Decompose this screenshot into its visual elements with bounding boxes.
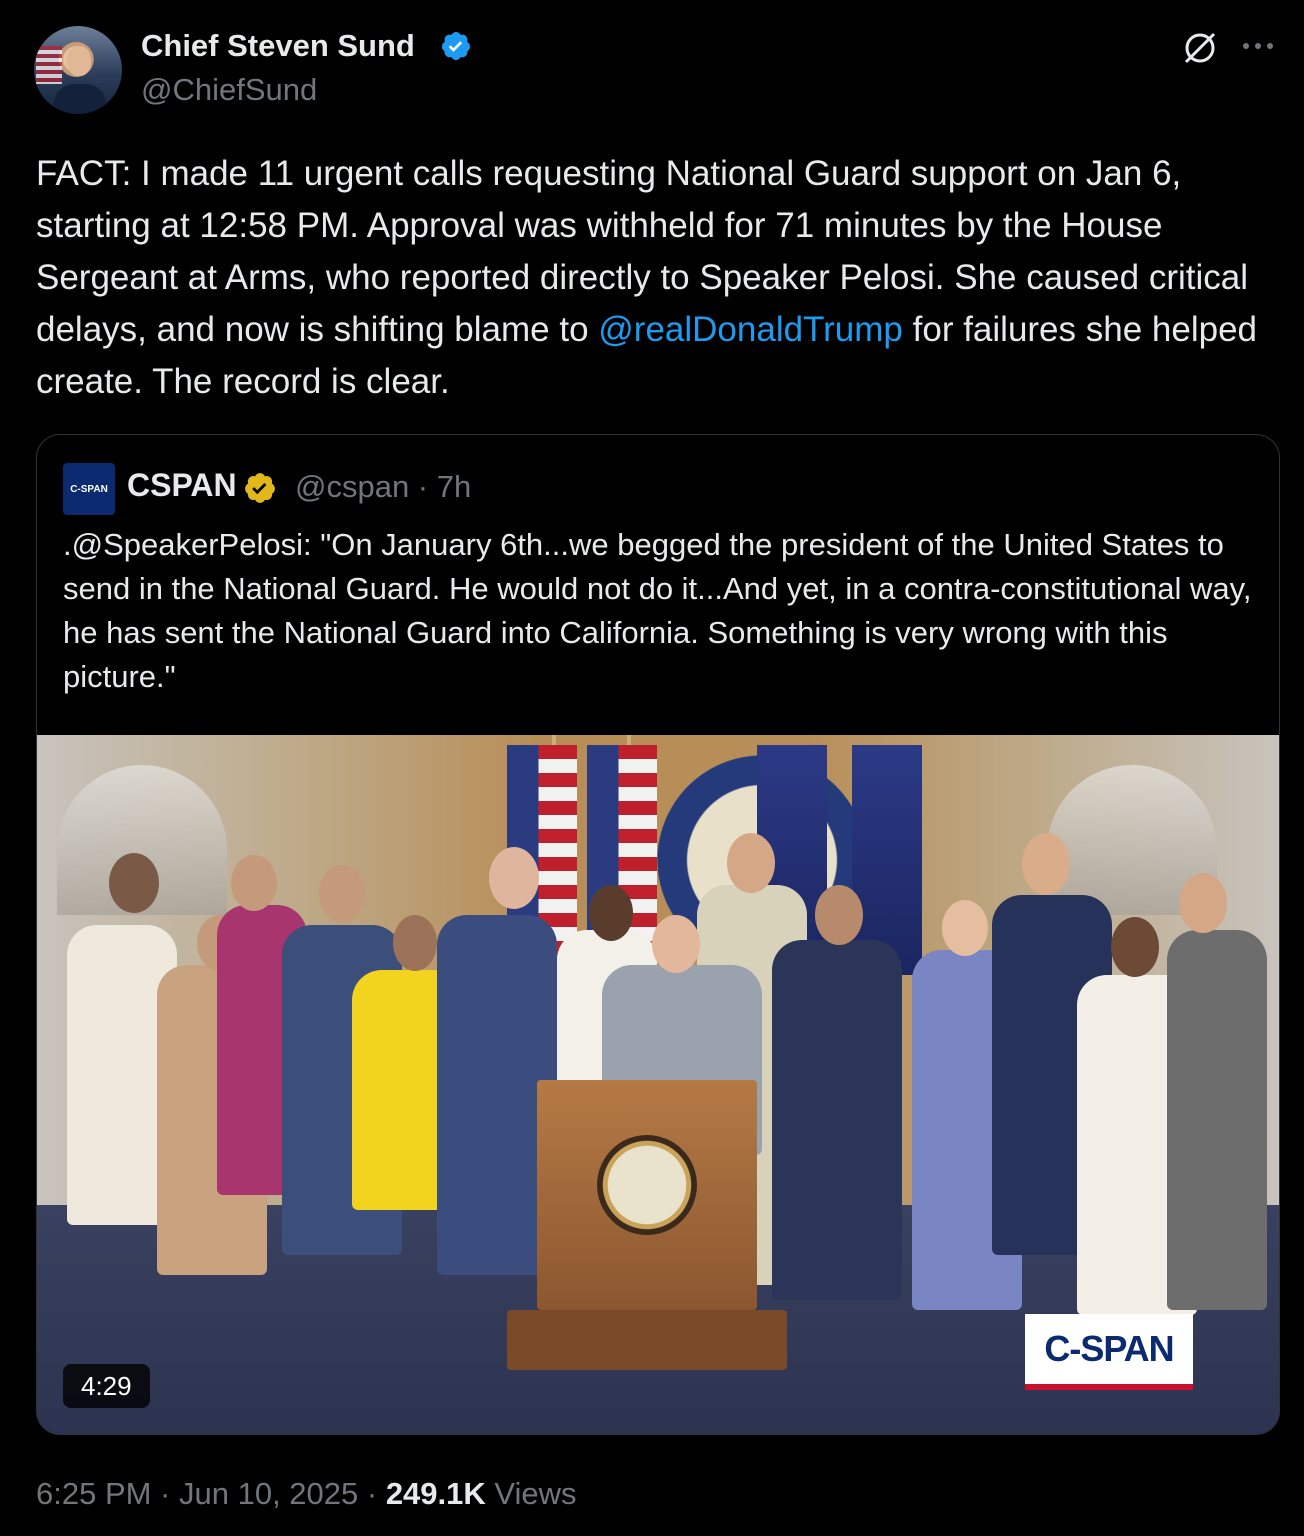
person-head — [942, 900, 988, 956]
person-head — [1022, 833, 1070, 895]
verified-org-badge-icon — [245, 473, 275, 503]
person-head — [1179, 873, 1227, 933]
more-options-icon[interactable] — [1238, 38, 1278, 54]
verified-badge-icon — [441, 32, 470, 60]
tweet-footer: 6:25 PM · Jun 10, 2025 · 249.1K Views — [36, 1476, 577, 1512]
quoted-handle-time[interactable]: @cspan · 7h — [295, 469, 471, 505]
grok-icon[interactable] — [1180, 28, 1220, 68]
podium-base — [507, 1310, 787, 1370]
cspan-watermark: C-SPAN — [1025, 1314, 1193, 1390]
person-head — [489, 847, 539, 909]
person-head — [815, 885, 863, 945]
person-head — [393, 915, 437, 971]
person-figure — [772, 940, 902, 1300]
avatar-face-graphic — [67, 46, 91, 76]
author-handle[interactable]: @ChiefSund — [141, 72, 317, 108]
person-head — [589, 885, 633, 941]
quoted-tweet[interactable]: C-SPAN CSPAN @cspan · 7h .@SpeakerPelosi… — [36, 434, 1280, 1435]
person-head — [109, 853, 159, 913]
avatar-flag-graphic — [36, 46, 62, 84]
person-head — [319, 865, 365, 923]
person-head — [231, 855, 277, 911]
video-duration-badge: 4:29 — [63, 1364, 150, 1408]
author-avatar[interactable] — [34, 26, 122, 114]
person-head — [1111, 917, 1159, 977]
quoted-tweet-text: .@SpeakerPelosi: "On January 6th...we be… — [63, 527, 1261, 694]
podium-seal-graphic — [597, 1135, 697, 1235]
person-figure — [1167, 930, 1267, 1310]
tweet-text: FACT: I made 11 urgent calls requesting … — [36, 148, 1276, 408]
quoted-avatar[interactable]: C-SPAN — [63, 463, 115, 515]
video-player[interactable]: 4:29 C-SPAN — [37, 735, 1279, 1434]
author-name[interactable]: Chief Steven Sund — [141, 28, 415, 64]
views-label: Views — [485, 1476, 577, 1511]
views-count[interactable]: 249.1K — [386, 1476, 486, 1511]
timestamp[interactable]: 6:25 PM · Jun 10, 2025 · — [36, 1476, 386, 1511]
speaker-head — [652, 915, 700, 973]
avatar-uniform-graphic — [54, 84, 106, 114]
person-head — [727, 833, 775, 893]
mention-link[interactable]: @realDonaldTrump — [598, 310, 903, 349]
quoted-author-name[interactable]: CSPAN — [127, 467, 237, 504]
